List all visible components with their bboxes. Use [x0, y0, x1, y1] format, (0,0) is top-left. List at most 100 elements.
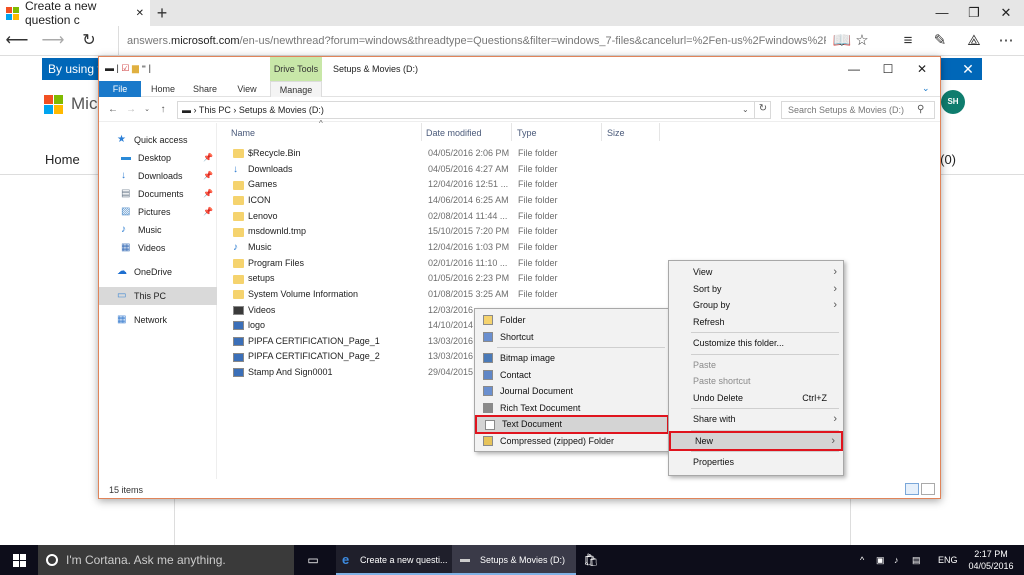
explorer-close-button[interactable]: ✕: [905, 57, 939, 81]
nav-item-music[interactable]: ♪ Music: [99, 221, 217, 239]
new-tab-button[interactable]: +: [150, 0, 174, 26]
recent-locations-icon[interactable]: ⌄: [139, 98, 155, 122]
show-hidden-icons-icon[interactable]: ^: [860, 545, 874, 575]
refresh-icon[interactable]: ↻: [74, 26, 104, 56]
web-note-icon[interactable]: ✎: [924, 26, 956, 56]
new-menu-item-rich-text-document[interactable]: Rich Text Document: [475, 400, 669, 417]
file-row[interactable]: Games 12/04/2016 12:51 ... File folder: [233, 177, 793, 193]
home-link[interactable]: Home: [45, 152, 80, 167]
share-icon[interactable]: ⟁: [958, 26, 990, 56]
breadcrumb-drive[interactable]: Setups & Movies (D:): [239, 105, 324, 115]
favorite-star-icon[interactable]: ☆: [846, 26, 878, 56]
pin-icon[interactable]: 📌: [203, 149, 213, 167]
breadcrumb[interactable]: ▬ › This PC › Setups & Movies (D:): [177, 101, 771, 119]
explorer-maximize-button[interactable]: ☐: [871, 57, 905, 81]
start-button[interactable]: [0, 545, 38, 575]
store-icon[interactable]: 🛍: [580, 545, 602, 575]
context-menu-item-paste[interactable]: Paste: [669, 357, 843, 374]
new-menu-item-journal-document[interactable]: Journal Document: [475, 383, 669, 400]
file-row[interactable]: ↓ Downloads 04/05/2016 4:27 AM File folder: [233, 162, 793, 178]
ribbon-tab-file[interactable]: File: [99, 81, 141, 97]
new-menu-item-bitmap-image[interactable]: Bitmap image: [475, 350, 669, 367]
new-menu-item-shortcut[interactable]: Shortcut: [475, 329, 669, 346]
column-divider[interactable]: [511, 123, 512, 141]
column-name[interactable]: Name: [231, 125, 255, 141]
new-menu-item-text-document[interactable]: Text Document: [475, 415, 669, 434]
details-view-icon[interactable]: [905, 483, 919, 495]
url-input[interactable]: answers.microsoft.com/en-us/newthread?fo…: [118, 26, 826, 56]
nav-item-documents[interactable]: ▤ Documents 📌: [99, 185, 217, 203]
context-menu-item-group-by[interactable]: Group by ›: [669, 297, 843, 314]
column-divider[interactable]: [421, 123, 422, 141]
explorer-back-icon[interactable]: ←: [105, 98, 121, 122]
nav-item-network[interactable]: ▦ Network: [99, 311, 217, 329]
ribbon-expand-icon[interactable]: ⌄: [922, 83, 930, 94]
minimize-button[interactable]: —: [926, 0, 958, 26]
context-menu-item-undo-delete[interactable]: Undo Delete Ctrl+Z: [669, 390, 843, 407]
more-icon[interactable]: ⋯: [990, 26, 1022, 56]
nav-item-quick-access[interactable]: ★ Quick access: [99, 131, 217, 149]
nav-item-desktop[interactable]: ▬ Desktop 📌: [99, 149, 217, 167]
file-row[interactable]: $Recycle.Bin 04/05/2016 2:06 PM File folde…: [233, 146, 793, 162]
new-menu-item-compressed-zipped-folder[interactable]: Compressed (zipped) Folder: [475, 433, 669, 450]
new-menu-item-contact[interactable]: Contact: [475, 367, 669, 384]
context-menu-item-customize-this-folder[interactable]: Customize this folder...: [669, 335, 843, 352]
context-menu-item-new[interactable]: New ›: [669, 430, 843, 451]
nav-item-videos[interactable]: ▦ Videos: [99, 239, 217, 257]
quick-access-toolbar[interactable]: ▬ | ☑ ▆ ⁼ |: [105, 63, 151, 74]
tab-close-icon[interactable]: ✕: [136, 8, 144, 19]
explorer-forward-icon[interactable]: →: [123, 98, 139, 122]
column-date-modified[interactable]: Date modified: [426, 125, 482, 141]
file-row[interactable]: ♪ Music 12/04/2016 1:03 PM File folder: [233, 240, 793, 256]
ribbon-tab-manage[interactable]: Manage: [270, 81, 322, 97]
file-row[interactable]: ICON 14/06/2014 6:25 AM File folder: [233, 193, 793, 209]
ribbon-tab-view[interactable]: View: [227, 81, 267, 97]
explorer-minimize-button[interactable]: —: [837, 57, 871, 81]
column-divider[interactable]: [659, 123, 660, 141]
task-view-icon[interactable]: ▭: [302, 545, 324, 575]
nav-item-pictures[interactable]: ▨ Pictures 📌: [99, 203, 217, 221]
taskbar-app-explorer[interactable]: ▬ Setups & Movies (D:): [452, 545, 576, 575]
pin-icon[interactable]: 📌: [203, 185, 213, 203]
context-menu-item-paste-shortcut[interactable]: Paste shortcut: [669, 373, 843, 390]
context-menu-item-share-with[interactable]: Share with ›: [669, 411, 843, 428]
browser-tab[interactable]: Create a new question c ✕: [0, 0, 150, 27]
nav-item-this-pc[interactable]: ▭ This PC: [99, 287, 217, 305]
column-size[interactable]: Size: [607, 125, 625, 141]
large-icons-view-icon[interactable]: [921, 483, 935, 495]
new-menu-item-folder[interactable]: Folder: [475, 312, 669, 329]
notifications-icon[interactable]: ▤: [912, 545, 926, 575]
forward-arrow-icon[interactable]: ⟶: [38, 26, 68, 56]
explorer-search-input[interactable]: Search Setups & Movies (D:): [781, 101, 935, 119]
pin-icon[interactable]: 📌: [203, 203, 213, 221]
volume-icon[interactable]: ♪: [894, 545, 908, 575]
up-arrow-icon[interactable]: ↑: [155, 98, 171, 122]
context-menu-item-refresh[interactable]: Refresh: [669, 314, 843, 331]
network-status-icon[interactable]: ▣: [876, 545, 890, 575]
microsoft-brand[interactable]: Micr: [44, 94, 103, 114]
taskbar-app-edge[interactable]: e Create a new questi...: [336, 545, 452, 575]
close-button[interactable]: ✕: [990, 0, 1022, 26]
file-row[interactable]: msdownld.tmp 15/10/2015 7:20 PM File folde…: [233, 224, 793, 240]
ribbon-tab-share[interactable]: Share: [185, 81, 225, 97]
clock[interactable]: 2:17 PM 04/05/2016: [964, 548, 1018, 572]
maximize-button[interactable]: ❐: [958, 0, 990, 26]
pin-icon[interactable]: 📌: [203, 167, 213, 185]
context-menu-item-properties[interactable]: Properties: [669, 454, 843, 471]
cookie-close-icon[interactable]: ✕: [956, 58, 980, 80]
avatar[interactable]: SH: [941, 90, 965, 114]
address-dropdown-icon[interactable]: ⌄: [742, 101, 749, 119]
column-divider[interactable]: [601, 123, 602, 141]
hub-icon[interactable]: ≡: [892, 26, 924, 56]
language-indicator[interactable]: ENG: [938, 545, 960, 575]
nav-item-downloads[interactable]: ↓ Downloads 📌: [99, 167, 217, 185]
explorer-refresh-icon[interactable]: ↻: [754, 101, 771, 119]
nav-item-onedrive[interactable]: ☁ OneDrive: [99, 263, 217, 281]
search-icon[interactable]: ⚲: [917, 101, 933, 119]
cortana-search[interactable]: I'm Cortana. Ask me anything.: [38, 545, 294, 575]
file-row[interactable]: Lenovo 02/08/2014 11:44 ... File folder: [233, 209, 793, 225]
breadcrumb-this-pc[interactable]: This PC: [199, 105, 231, 115]
ribbon-tab-home[interactable]: Home: [143, 81, 183, 97]
context-menu-item-view[interactable]: View ›: [669, 264, 843, 281]
column-type[interactable]: Type: [517, 125, 537, 141]
